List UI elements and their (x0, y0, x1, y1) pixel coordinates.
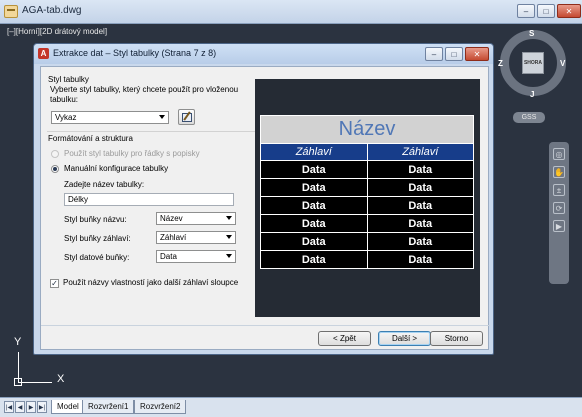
preview-data-row: Data Data (260, 232, 474, 251)
format-group-label: Formátování a struktura (48, 134, 133, 143)
preview-data-row: Data Data (260, 250, 474, 269)
preview-data-cell: Data (366, 160, 474, 179)
tab-layout1[interactable]: Rozvržení1 (82, 400, 135, 414)
app-titlebar: AGA-tab.dwg – □ ✕ (0, 0, 582, 24)
chevron-down-icon (226, 216, 232, 220)
dialog-close-button[interactable]: ✕ (465, 47, 489, 61)
data-cell-style-value: Data (160, 252, 177, 261)
preview-data-row: Data Data (260, 178, 474, 197)
dialog-maximize-button[interactable]: □ (445, 47, 463, 61)
wcs-menu-button[interactable]: GSS (513, 112, 545, 123)
preview-data-cell: Data (366, 178, 474, 197)
preview-header-cell: Záhlaví (260, 143, 368, 161)
table-title-input[interactable]: Délky (64, 193, 234, 206)
preview-title-cell: Název (260, 115, 474, 144)
preview-data-cell: Data (260, 214, 368, 233)
table-title-prompt: Zadejte název tabulky: (64, 180, 145, 189)
tab-prev-button[interactable]: ◀ (15, 401, 25, 413)
footer-separator (41, 325, 490, 326)
chevron-down-icon (159, 115, 165, 119)
table-style-select-value: Vykaz (55, 113, 77, 122)
app-icon[interactable] (4, 5, 18, 18)
ucs-origin-box (14, 378, 22, 386)
compass-south[interactable]: J (530, 90, 534, 99)
orbit-icon[interactable]: ⟳ (553, 202, 565, 214)
steering-wheel-icon[interactable]: ◎ (553, 148, 565, 160)
preview-data-cell: Data (366, 196, 474, 215)
title-cell-style-select[interactable]: Název (156, 212, 236, 225)
dialog-window-controls: – □ ✕ (425, 47, 489, 61)
manual-config-radio-label: Manuální konfigurace tabulky (64, 164, 169, 173)
viewcube[interactable]: SHORA (500, 30, 566, 96)
tab-first-button[interactable]: |◀ (4, 401, 14, 413)
header-cell-style-value: Záhlaví (160, 233, 187, 242)
dialog-app-icon: A (38, 48, 49, 59)
ucs-x-label: X (57, 373, 65, 385)
use-labels-radio-label: Použít styl tabulky pro řádky s popisky (64, 149, 200, 158)
navigation-bar: ◎ ✋ ± ⟳ ▶ (549, 142, 569, 284)
showmotion-icon[interactable]: ▶ (553, 220, 565, 232)
preview-data-row: Data Data (260, 214, 474, 233)
table-style-dialog-button[interactable] (178, 109, 195, 125)
compass-east[interactable]: V (560, 59, 565, 68)
manual-config-radio[interactable] (51, 165, 59, 173)
viewport-controls-label[interactable]: [–][Horní][2D drátový model] (7, 27, 107, 36)
tab-next-button[interactable]: ▶ (26, 401, 36, 413)
zoom-icon[interactable]: ± (553, 184, 565, 196)
ucs-y-label: Y (14, 336, 22, 348)
chevron-down-icon (226, 254, 232, 258)
dialog-minimize-button[interactable]: – (425, 47, 443, 61)
table-style-edit-icon (181, 112, 192, 122)
preview-data-cell: Data (260, 232, 368, 251)
tab-model[interactable]: Model (51, 400, 85, 414)
table-style-description: Vyberte styl tabulky, který chcete použí… (50, 85, 239, 104)
cancel-button[interactable]: Storno (430, 331, 483, 346)
property-headers-checkbox-label: Použít názvy vlastností jako další záhla… (63, 278, 239, 287)
preview-data-row: Data Data (260, 196, 474, 215)
group-separator (47, 131, 284, 132)
app-minimize-button[interactable]: – (517, 4, 535, 18)
use-labels-radio[interactable] (51, 150, 59, 158)
header-cell-style-select[interactable]: Záhlaví (156, 231, 236, 244)
app-maximize-button[interactable]: □ (537, 4, 555, 18)
dialog-titlebar: A Extrakce dat – Styl tabulky (Strana 7 … (34, 44, 493, 64)
data-cell-style-label: Styl datové buňky: (64, 253, 130, 262)
chevron-down-icon (226, 235, 232, 239)
title-cell-style-value: Název (160, 214, 183, 223)
data-cell-style-select[interactable]: Data (156, 250, 236, 263)
header-cell-style-label: Styl buňky záhlaví: (64, 234, 131, 243)
table-style-group-label: Styl tabulky (48, 75, 89, 84)
preview-data-cell: Data (260, 160, 368, 179)
preview-data-cell: Data (366, 232, 474, 251)
table-style-select[interactable]: Vykaz (51, 111, 169, 124)
property-headers-checkbox[interactable]: ✓ (50, 279, 59, 288)
dialog-title: Extrakce dat – Styl tabulky (Strana 7 z … (53, 48, 217, 58)
pan-icon[interactable]: ✋ (553, 166, 565, 178)
back-button[interactable]: < Zpět (318, 331, 371, 346)
tab-last-button[interactable]: ▶| (37, 401, 47, 413)
ucs-x-axis (18, 382, 52, 383)
layout-tab-bar: |◀ ◀ ▶ ▶| Model Rozvržení1 Rozvržení2 (0, 397, 582, 417)
preview-data-cell: Data (260, 178, 368, 197)
preview-data-cell: Data (366, 250, 474, 269)
table-preview-pane: Název Záhlaví Záhlaví Data Data Data Dat… (255, 79, 480, 317)
next-button[interactable]: Další > (378, 331, 431, 346)
compass-west[interactable]: Z (498, 59, 503, 68)
app-window-controls: – □ ✕ (517, 4, 581, 18)
preview-table: Název Záhlaví Záhlaví Data Data Data Dat… (260, 115, 474, 269)
table-title-input-value: Délky (68, 195, 89, 204)
preview-data-cell: Data (366, 214, 474, 233)
app-close-button[interactable]: ✕ (557, 4, 581, 18)
preview-data-cell: Data (260, 196, 368, 215)
preview-data-cell: Data (260, 250, 368, 269)
preview-data-row: Data Data (260, 160, 474, 179)
preview-header-cell: Záhlaví (366, 143, 474, 161)
app-title: AGA-tab.dwg (22, 5, 82, 16)
compass-north[interactable]: S (529, 29, 534, 38)
viewcube-top-face[interactable]: SHORA (522, 52, 544, 74)
tab-layout2[interactable]: Rozvržení2 (134, 400, 187, 414)
title-cell-style-label: Styl buňky názvu: (64, 215, 127, 224)
